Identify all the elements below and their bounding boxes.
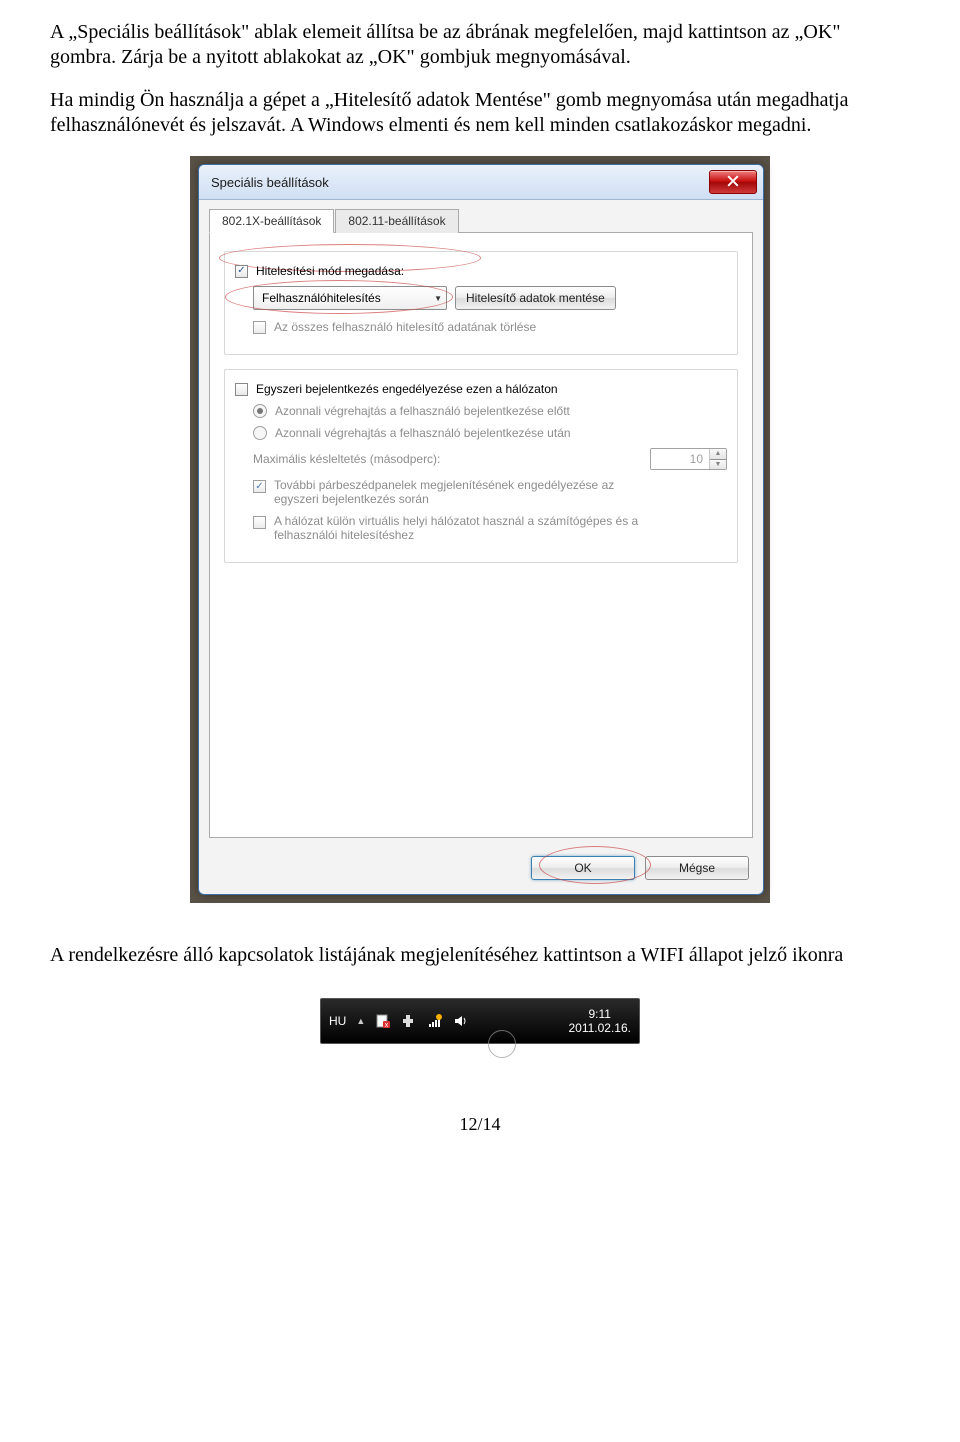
- page-number: 12/14: [50, 1114, 910, 1135]
- auth-mode-label: Hitelesítési mód megadása:: [256, 264, 404, 278]
- volume-icon[interactable]: [453, 1013, 469, 1029]
- sso-enable-checkbox[interactable]: [235, 383, 248, 396]
- auth-mode-select[interactable]: Felhasználóhitelesítés ▼: [253, 286, 447, 310]
- clock-time: 9:11: [568, 1007, 631, 1021]
- extra-dialogs-checkbox: [253, 480, 266, 493]
- vlan-checkbox: [253, 516, 266, 529]
- taskbar-clock[interactable]: 9:11 2011.02.16.: [568, 1007, 631, 1036]
- sso-before-label: Azonnali végrehajtás a felhasználó bejel…: [275, 404, 570, 418]
- clock-date: 2011.02.16.: [568, 1021, 631, 1035]
- tab-8021x[interactable]: 802.1X-beállítások: [209, 209, 334, 233]
- maxdelay-label: Maximális késleltetés (másodperc):: [253, 452, 642, 466]
- delete-all-checkbox: [253, 321, 266, 334]
- spinner-down-icon: ▼: [710, 459, 726, 470]
- dialog-title: Speciális beállítások: [211, 175, 709, 190]
- action-center-icon[interactable]: x: [375, 1013, 391, 1029]
- auth-mode-value: Felhasználóhitelesítés: [262, 291, 381, 305]
- close-icon: [727, 175, 739, 190]
- advanced-settings-dialog: Speciális beállítások 802.1X-beállítások…: [198, 164, 764, 895]
- extra-dialogs-label: További párbeszédpanelek megjelenítéséne…: [274, 478, 654, 506]
- tray-chevron-icon[interactable]: ▲: [356, 1016, 365, 1026]
- dialog-footer: OK Mégse: [199, 848, 763, 894]
- tab-80211[interactable]: 802.11-beállítások: [335, 209, 458, 233]
- auth-mode-checkbox[interactable]: [235, 265, 248, 278]
- windows-taskbar: HU ▲ x 9:11 2011.02.16.: [320, 998, 640, 1044]
- language-indicator[interactable]: HU: [329, 1014, 346, 1028]
- save-credentials-button[interactable]: Hitelesítő adatok mentése: [455, 286, 616, 310]
- maxdelay-spinner: ▲ ▼: [650, 448, 727, 470]
- sso-after-label: Azonnali végrehajtás a felhasználó bejel…: [275, 426, 571, 440]
- tab-content: Hitelesítési mód megadása: Felhasználóhi…: [209, 232, 753, 838]
- network-icon[interactable]: [427, 1013, 443, 1029]
- auth-mode-group: Hitelesítési mód megadása: Felhasználóhi…: [224, 251, 738, 355]
- cancel-button[interactable]: Mégse: [645, 856, 749, 880]
- instruction-text-2: Ha mindig Ön használja a gépet a „Hitele…: [50, 88, 910, 138]
- close-button[interactable]: [709, 170, 757, 194]
- ok-button[interactable]: OK: [531, 856, 635, 880]
- instruction-text-1: A „Speciális beállítások" ablak elemeit …: [50, 20, 910, 70]
- sso-after-radio: [253, 426, 267, 440]
- power-icon[interactable]: [401, 1013, 417, 1029]
- sso-before-radio: [253, 404, 267, 418]
- spinner-up-icon: ▲: [710, 449, 726, 459]
- maxdelay-value: [651, 449, 709, 469]
- svg-text:x: x: [385, 1022, 389, 1029]
- delete-all-label: Az összes felhasználó hitelesítő adatána…: [274, 320, 536, 334]
- screenshot-dialog-container: Speciális beállítások 802.1X-beállítások…: [190, 156, 770, 903]
- tray-icons: x: [375, 1013, 469, 1029]
- instruction-text-3: A rendelkezésre álló kapcsolatok listájá…: [50, 943, 910, 968]
- sso-enable-label: Egyszeri bejelentkezés engedélyezése eze…: [256, 382, 558, 396]
- chevron-down-icon: ▼: [434, 294, 442, 303]
- dialog-titlebar: Speciális beállítások: [199, 165, 763, 200]
- vlan-label: A hálózat külön virtuális helyi hálózato…: [274, 514, 654, 542]
- sso-group: Egyszeri bejelentkezés engedélyezése eze…: [224, 369, 738, 563]
- dialog-tabs: 802.1X-beállítások 802.11-beállítások: [199, 200, 763, 232]
- taskbar-screenshot: HU ▲ x 9:11 2011.02.16.: [320, 998, 640, 1044]
